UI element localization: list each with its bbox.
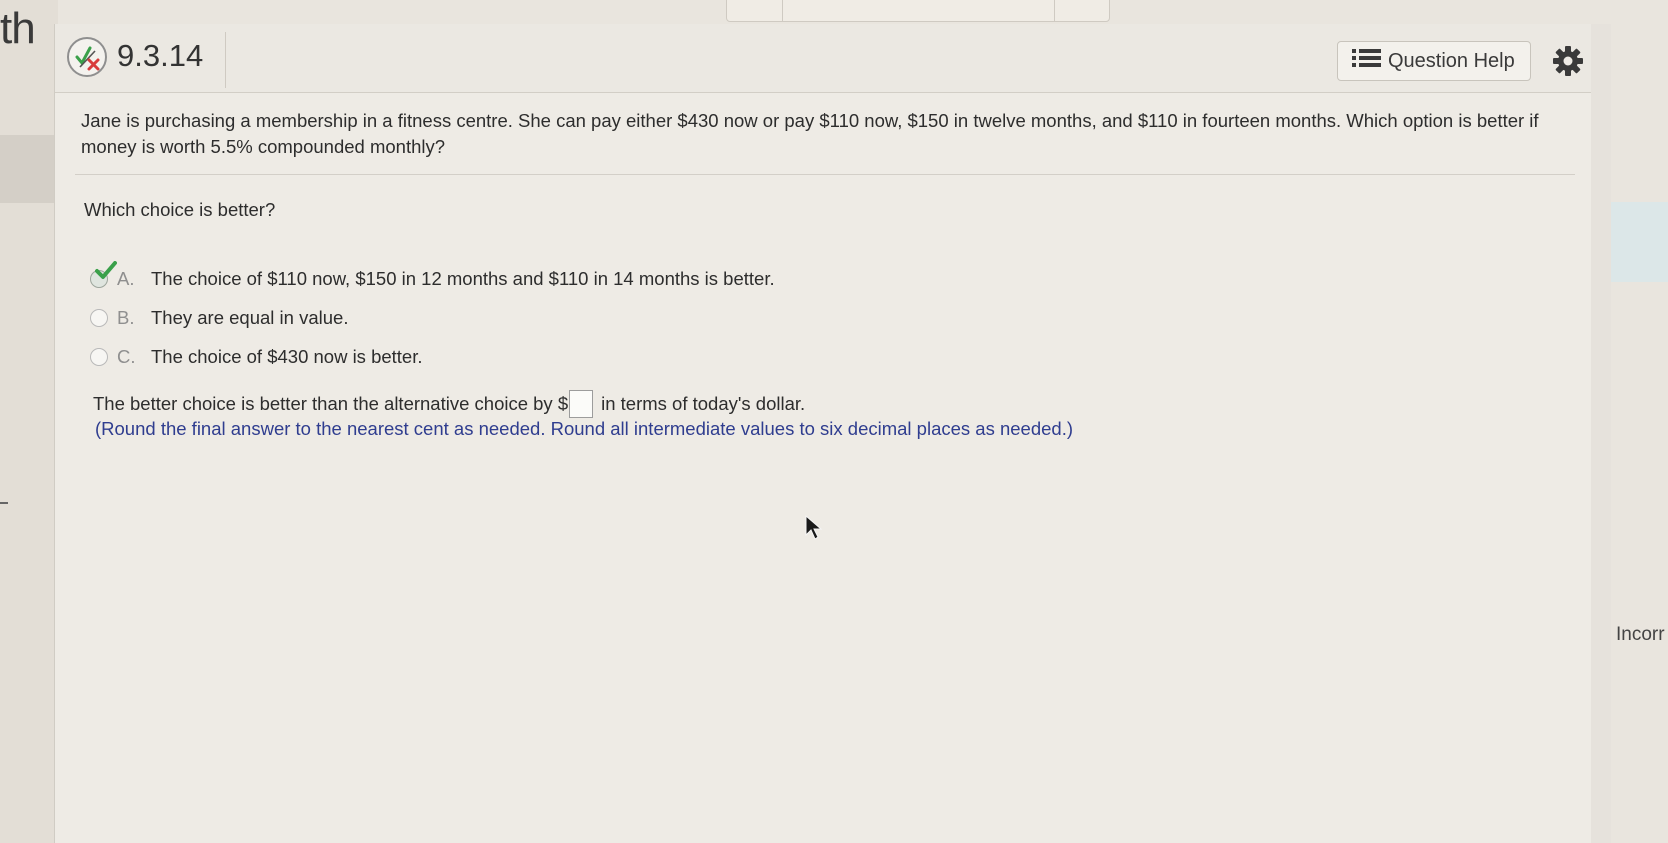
rounding-hint: (Round the final answer to the nearest c… [95,418,1073,439]
question-card: 9.3.14 Question Help Jane is purchasing … [54,24,1611,843]
card-edge [1591,24,1611,843]
result-status-text: Incorr [1616,624,1665,645]
answer-prefix: The better choice is better than the alt… [93,393,569,414]
question-text: Jane is purchasing a membership in a fit… [81,110,1539,157]
question-help-button[interactable]: Question Help [1337,41,1531,81]
radio-option-c[interactable] [90,347,108,366]
option-a[interactable]: A. The choice of $110 now, $150 in 12 mo… [90,259,775,298]
question-divider [75,174,1575,175]
option-letter: C. [117,345,136,367]
answer-suffix: in terms of today's dollar. [601,393,806,414]
radio-option-a[interactable] [90,260,117,288]
answer-input[interactable] [569,390,594,418]
gear-icon[interactable] [1551,44,1585,78]
sub-question: Which choice is better? [84,199,276,220]
top-bar [58,0,1668,24]
mouse-cursor-icon [805,515,823,540]
option-text: The choice of $430 now is better. [151,345,423,367]
option-b[interactable]: B. They are equal in value. [90,298,775,337]
answer-line: The better choice is better than the alt… [93,390,805,418]
question-pager[interactable] [726,0,1110,22]
option-text: They are equal in value. [151,306,349,328]
right-panel-accent [1610,202,1668,282]
question-number: 9.3.14 [117,38,204,73]
header-divider [225,32,226,88]
check-icon [95,260,117,279]
left-panel-dash [0,502,8,504]
left-panel-band [0,135,58,203]
question-header: 9.3.14 Question Help [55,24,1611,93]
option-text: The choice of $110 now, $150 in 12 month… [151,267,775,289]
partial-correct-icon [67,37,107,77]
option-letter: B. [117,306,135,328]
question-help-label: Question Help [1388,49,1515,72]
left-panel: th [0,0,58,843]
right-panel: Incorr [1610,24,1668,843]
radio-option-b[interactable] [90,308,108,327]
option-c[interactable]: C. The choice of $430 now is better. [90,337,775,376]
brand-fragment: th [0,4,36,53]
answer-options: A. The choice of $110 now, $150 in 12 mo… [90,259,775,376]
list-icon [1352,47,1382,75]
